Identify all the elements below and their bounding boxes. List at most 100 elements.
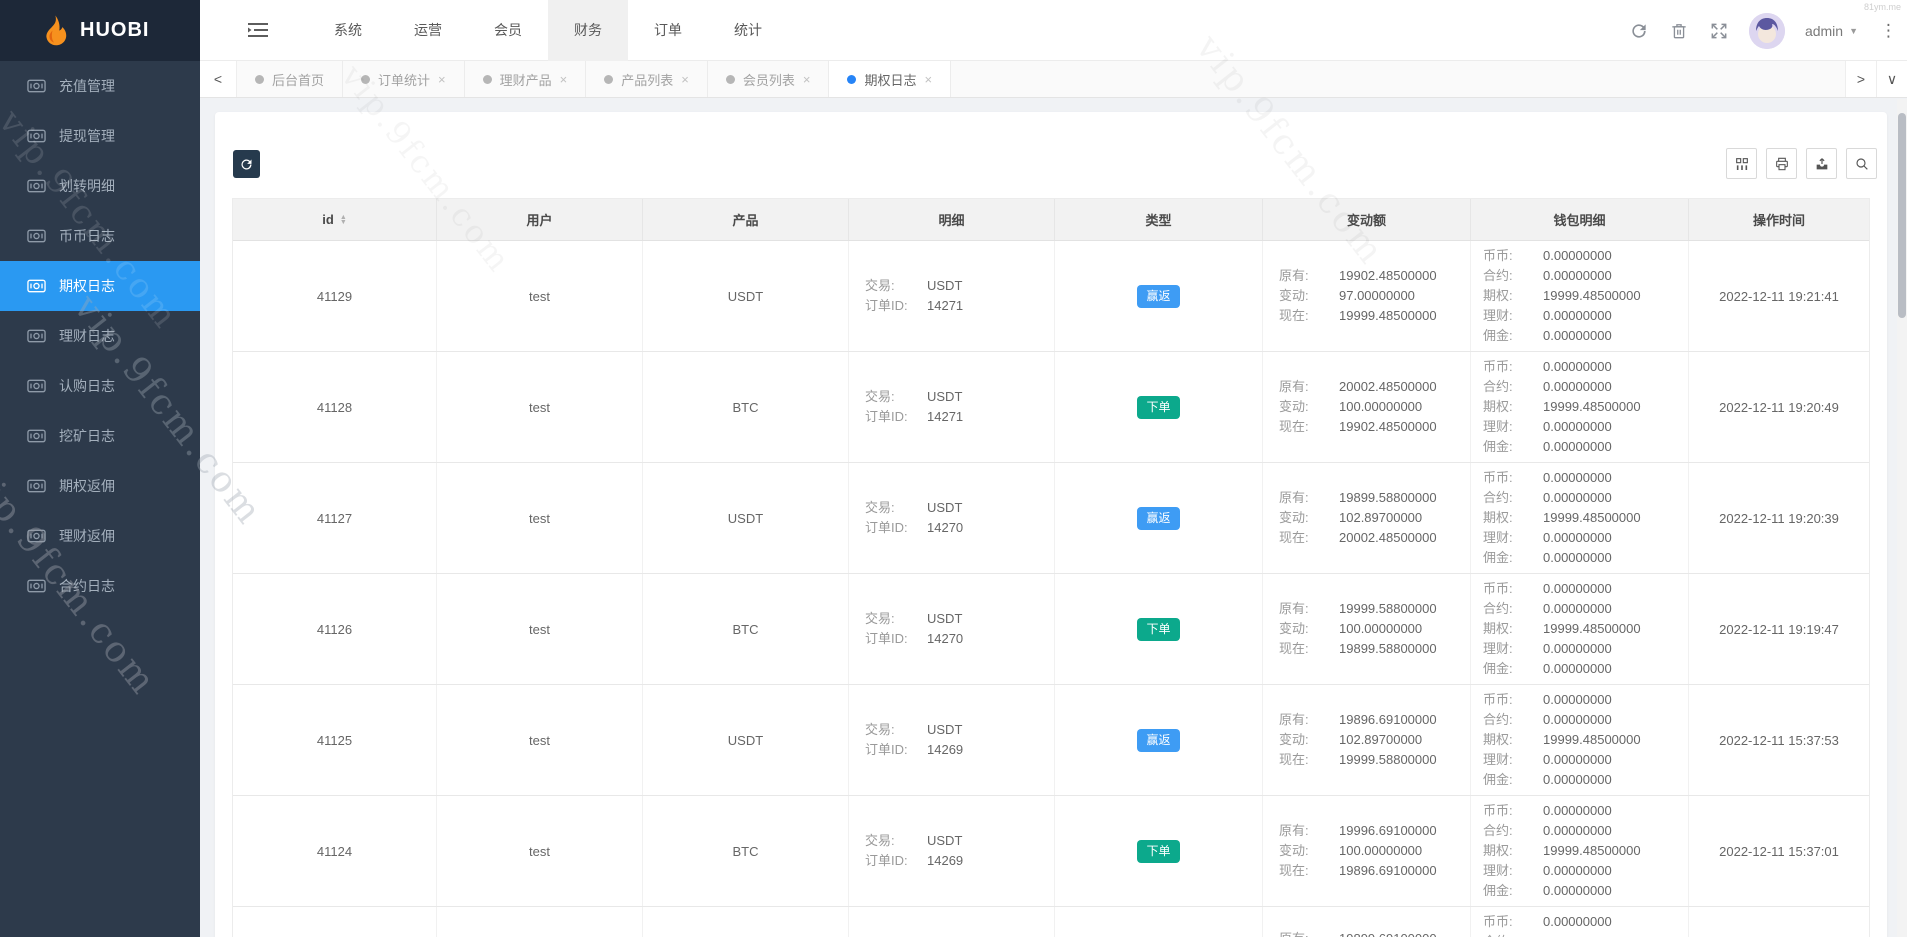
kv-line: 原有: 19999.58800000 [1279,599,1437,619]
trash-icon[interactable] [1669,21,1689,41]
type-badge: 下单 [1137,617,1180,641]
avatar[interactable] [1748,12,1785,49]
kv-label: 订单ID: [865,742,908,757]
table-refresh-button[interactable] [233,150,260,178]
tab-close-icon[interactable]: × [681,72,689,87]
sidebar-item[interactable]: 划转明细 [0,161,200,211]
cell-detail: 交易: USDT 订单ID: 14270 [849,463,1055,573]
kv-label: 佣金: [1483,883,1513,898]
kv-value: 100.00000000 [1339,843,1423,858]
tabs-scroll-right-button[interactable]: > [1845,61,1876,97]
kebab-menu-icon[interactable]: ⋮ [1880,21,1897,41]
kv-value: USDT [927,278,963,293]
kv-value: 19902.48500000 [1339,419,1437,434]
cell-type: 下单 [1055,574,1263,684]
tab[interactable]: 期权日志 × [829,61,952,97]
options-log-table: id ▲ ▼ 用户 产品 明细 类型 变动额 钱包明细 操作时间 41129 test USDT 交易:… [232,198,1870,937]
sidebar-item[interactable]: 合约日志 [0,561,200,611]
cell-wallet: 币币: 0.00000000 合约: 0.00000000 期权: 19999.48500… [1471,574,1689,684]
topnav-item[interactable]: 会员 [468,0,548,61]
sidebar-item[interactable]: 理财日志 [0,311,200,361]
print-button[interactable] [1766,148,1797,179]
sort-icon[interactable]: ▲ ▼ [340,214,347,226]
column-header-label: 类型 [1145,213,1172,228]
money-icon [27,79,46,93]
kv-value: 0.00000000 [1543,803,1612,818]
money-icon [27,329,46,343]
tab-close-icon[interactable]: × [560,72,568,87]
kv-line: 合约: 0.00000000 [1483,266,1641,286]
user-menu[interactable]: admin ▼ [1805,23,1858,39]
cell-time: 2022-12-11 19:21:41 [1719,288,1839,304]
sidebar-item-label: 理财返佣 [59,528,115,544]
wallet-block: 币币: 0.00000000 合约: 0.00000000 期权: 19999.48500… [1471,357,1641,457]
cell-type: 下单 [1055,796,1263,906]
sidebar-item[interactable]: 提现管理 [0,111,200,161]
refresh-icon[interactable] [1629,21,1649,41]
tab[interactable]: 理财产品 × [465,61,587,97]
kv-label: 币币: [1483,470,1513,485]
cell-detail: 交易: USDT 订单ID: 14271 [849,352,1055,462]
wallet-block: 币币: 0.00000000 合约: 0.00000000 期权: 19999.48500… [1471,579,1641,679]
search-icon[interactable] [1846,148,1877,179]
kv-value: 0.00000000 [1543,268,1612,283]
kv-line: 佣金: 0.00000000 [1483,437,1641,457]
tab-label: 理财产品 [499,72,552,88]
kv-line: 原有: 20002.48500000 [1279,377,1437,397]
topnav-item[interactable]: 订单 [628,0,708,61]
tab[interactable]: 订单统计 × [343,61,465,97]
cell-time: 2022-12-11 19:19:47 [1719,621,1839,637]
kv-label: 佣金: [1483,661,1513,676]
tab-close-icon[interactable]: × [803,72,811,87]
tab-close-icon[interactable]: × [924,72,932,87]
cell-user: test [437,685,643,795]
export-button[interactable] [1806,148,1837,179]
columns-toggle-button[interactable] [1726,148,1757,179]
topnav-item[interactable]: 统计 [708,0,788,61]
kv-line: 原有: 19996.69100000 [1279,821,1437,841]
cell-wallet: 币币: 0.00000000 合约: 0.00000000 期权: 19999.48500… [1471,352,1689,462]
column-header[interactable]: id ▲ ▼ [233,199,437,240]
detail-block: 交易: USDT 订单ID: 14271 [849,387,963,427]
menu-fold-icon[interactable] [248,22,268,38]
kv-line: 合约: 0.00000000 [1483,710,1641,730]
sidebar-item[interactable]: 认购日志 [0,361,200,411]
kv-line: 理财: 0.00000000 [1483,417,1641,437]
column-header-label: 用户 [526,213,553,228]
tabs-menu-button[interactable]: ∨ [1876,61,1907,97]
kv-label: 原有: [1279,268,1309,283]
kv-label: 合约: [1483,601,1513,616]
topnav-item[interactable]: 财务 [548,0,628,61]
tab[interactable]: 产品列表 × [586,61,708,97]
kv-label: 订单ID: [865,520,908,535]
kv-value: 0.00000000 [1543,439,1612,454]
money-icon [27,579,46,593]
scrollbar-thumb[interactable] [1898,113,1906,318]
sidebar-item[interactable]: 期权返佣 [0,461,200,511]
sidebar-item[interactable]: 币币日志 [0,211,200,261]
sidebar-item[interactable]: 充值管理 [0,61,200,111]
topnav-item[interactable]: 运营 [388,0,468,61]
kv-line: 现在: 20002.48500000 [1279,528,1437,548]
kv-label: 订单ID: [865,409,908,424]
table-toolbar [1726,148,1877,179]
kv-line: 变动: 102.89700000 [1279,730,1437,750]
logo[interactable]: HUOBI [0,0,200,61]
money-icon [27,179,46,193]
tabs-scroll-left-button[interactable]: < [200,61,237,97]
tab-close-icon[interactable]: × [438,72,446,87]
fullscreen-icon[interactable] [1709,21,1729,41]
tab[interactable]: 后台首页 [237,61,344,97]
sidebar-item[interactable]: 挖矿日志 [0,411,200,461]
kv-value: 0.00000000 [1543,550,1612,565]
kv-value: USDT [927,833,963,848]
kv-line: 币币: 0.00000000 [1483,579,1641,599]
cell-time: 2022-12-11 15:37:01 [1719,843,1839,859]
tab[interactable]: 会员列表 × [708,61,830,97]
sidebar-item[interactable]: 理财返佣 [0,511,200,561]
kv-line: 现在: 19902.48500000 [1279,417,1437,437]
sidebar-item[interactable]: 期权日志 [0,261,200,311]
sidebar-item-label: 期权返佣 [59,478,115,494]
kv-label: 币币: [1483,581,1513,596]
topnav-item[interactable]: 系统 [308,0,388,61]
